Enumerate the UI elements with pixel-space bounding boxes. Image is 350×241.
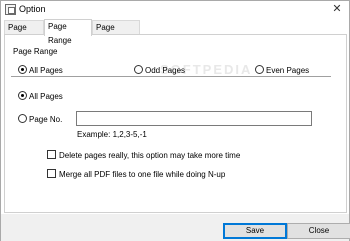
divider	[11, 76, 331, 77]
radio-page-no-label: Page No.	[29, 115, 63, 124]
tab-bar: Page Size Page Range Page Rotate	[4, 19, 348, 46]
merge-pdfs-label: Merge all PDF files to one file while do…	[59, 170, 226, 179]
app-icon	[5, 4, 16, 15]
tab-page-range[interactable]: Page Range	[44, 19, 92, 45]
radio-all-pages-top[interactable]	[18, 65, 27, 74]
radio-all-pages-top-label: All Pages	[29, 66, 63, 75]
radio-odd-pages[interactable]	[134, 65, 143, 74]
close-window-icon[interactable]: ✕	[330, 2, 344, 16]
radio-even-pages[interactable]	[255, 65, 264, 74]
tab-page-size[interactable]: Page Size	[4, 20, 44, 46]
tab-page-rotate[interactable]: Page Rotate	[92, 20, 140, 46]
radio-all-pages[interactable]	[18, 91, 27, 100]
example-hint: Example: 1,2,3-5,-1	[77, 130, 147, 139]
radio-page-no[interactable]	[18, 114, 27, 123]
radio-odd-pages-label: Odd Pages	[145, 66, 186, 75]
merge-pdfs-checkbox[interactable]	[47, 169, 56, 178]
window-title: Option	[19, 4, 46, 14]
radio-all-pages-label: All Pages	[29, 92, 63, 101]
close-button[interactable]: Close	[287, 223, 350, 239]
title-bar: Option ✕	[1, 1, 349, 18]
delete-pages-label: Delete pages really, this option may tak…	[59, 151, 241, 160]
page-range-panel: Page Range SOFTPEDIA All Pages Odd Pages…	[4, 34, 347, 213]
option-dialog: Option ✕ Page Size Page Range Page Rotat…	[0, 0, 350, 241]
page-no-input[interactable]	[76, 111, 312, 126]
delete-pages-checkbox[interactable]	[47, 150, 56, 159]
group-label: Page Range	[13, 47, 58, 56]
save-button[interactable]: Save	[223, 223, 287, 239]
radio-even-pages-label: Even Pages	[266, 66, 310, 75]
